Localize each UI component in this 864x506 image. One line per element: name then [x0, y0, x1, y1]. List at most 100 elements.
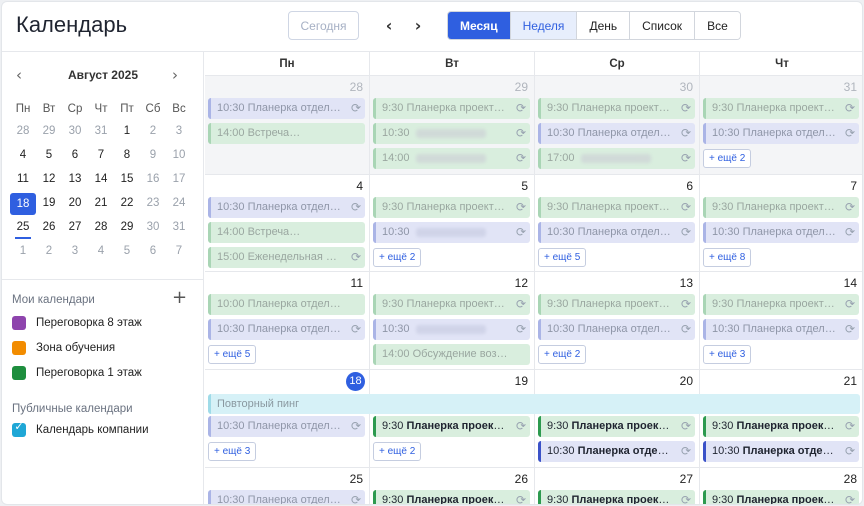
mini-next-month-button[interactable]: ›: [172, 66, 178, 84]
event-chip[interactable]: 10:30 ⟳: [373, 123, 530, 144]
mini-day[interactable]: 18: [10, 193, 36, 215]
mini-day[interactable]: 16: [140, 168, 166, 192]
mini-day[interactable]: 29: [114, 216, 140, 240]
mini-day[interactable]: 13: [62, 168, 88, 192]
event-chip[interactable]: 10:30 Планерка отдела ... ⟳: [208, 98, 365, 119]
show-more-button[interactable]: + ещё 3: [703, 345, 752, 364]
day-cell[interactable]: 30 9:30 Планерка проектн... ⟳ 10:30 Планерк…: [535, 76, 700, 174]
event-chip[interactable]: 14:00 Обсуждение возмож...: [373, 344, 530, 365]
event-chip[interactable]: 14:00 Встреча: [208, 222, 365, 243]
day-cell[interactable]: 31 9:30 Планерка проектн... ⟳ 10:30 Планерк…: [700, 76, 862, 174]
event-chip[interactable]: 9:30 Планерка проектн... ⟳: [538, 294, 695, 315]
mini-day[interactable]: 26: [36, 216, 62, 240]
event-chip[interactable]: 14:00 ⟳: [373, 148, 530, 169]
event-chip[interactable]: 9:30 Планерка проектн... ⟳: [703, 490, 859, 504]
mini-day[interactable]: 8: [114, 144, 140, 168]
day-cell[interactable]: 19 9:30 Планерка проектн... ⟳ + ещё 2: [370, 370, 535, 467]
event-chip[interactable]: 10:30 Планерка отдела ... ⟳: [538, 222, 695, 243]
day-cell[interactable]: 26 9:30 Планерка проектн... ⟳: [370, 468, 535, 504]
day-cell[interactable]: 20 9:30 Планерка проектн... ⟳ 10:30 Планерк…: [535, 370, 700, 467]
show-more-button[interactable]: + ещё 2: [373, 442, 422, 461]
event-chip[interactable]: 9:30 Планерка проектн... ⟳: [703, 416, 859, 437]
event-chip[interactable]: 9:30 Планерка проектн... ⟳: [373, 98, 530, 119]
day-cell[interactable]: 5 9:30 Планерка проектн... ⟳ 10:30 ⟳ + ещё 2: [370, 175, 535, 271]
day-cell[interactable]: 7 9:30 Планерка проектн... ⟳ 10:30 Планерка…: [700, 175, 862, 271]
view-list-button[interactable]: Список: [629, 12, 695, 39]
event-chip[interactable]: 9:30 Планерка проектн... ⟳: [538, 416, 695, 437]
mini-day[interactable]: 10: [166, 144, 192, 168]
day-cell[interactable]: 29 9:30 Планерка проектн... ⟳ 10:30 ⟳ 14:00 ⟳: [370, 76, 535, 174]
event-chip[interactable]: 9:30 Планерка проектн... ⟳: [373, 416, 530, 437]
mini-day[interactable]: 6: [62, 144, 88, 168]
event-chip[interactable]: 10:30 Планерка отдела ... ⟳: [538, 123, 695, 144]
all-day-event-bar[interactable]: Повторный пинг: [208, 394, 860, 414]
mini-day[interactable]: 2: [36, 240, 62, 264]
day-cell[interactable]: 14 9:30 Планерка проектн... ⟳ 10:30 Планерк…: [700, 272, 862, 369]
mini-day[interactable]: 25: [10, 216, 36, 240]
mini-day[interactable]: 27: [62, 216, 88, 240]
event-chip[interactable]: 10:30 Планерка отдела ... ⟳: [538, 319, 695, 340]
event-chip[interactable]: 9:30 Планерка проектн... ⟳: [373, 294, 530, 315]
show-more-button[interactable]: + ещё 2: [538, 345, 587, 364]
event-chip[interactable]: 9:30 Планерка проектн... ⟳: [373, 490, 530, 504]
view-week-button[interactable]: Неделя: [509, 12, 577, 39]
day-cell[interactable]: 25 10:30 Планерка отдела ... ⟳: [205, 468, 370, 504]
day-cell[interactable]: 18 10:30 Планерка отдела ... ⟳ + ещё 3: [205, 370, 370, 467]
event-chip[interactable]: 10:30 Планерка отдела ... ⟳: [703, 441, 859, 462]
show-more-button[interactable]: + ещё 5: [208, 345, 257, 364]
mini-day[interactable]: 14: [88, 168, 114, 192]
calendar-toggle[interactable]: ✓ Календарь компании: [12, 420, 149, 439]
event-chip[interactable]: 10:30 Планерка отдела ... ⟳: [703, 222, 859, 243]
mini-day[interactable]: 9: [140, 144, 166, 168]
show-more-button[interactable]: + ещё 2: [373, 248, 422, 267]
event-chip[interactable]: 9:30 Планерка проектн... ⟳: [538, 98, 695, 119]
calendar-color-checkbox[interactable]: [12, 341, 26, 355]
event-chip[interactable]: 10:30 Планерка отдела ... ⟳: [538, 441, 695, 462]
event-chip[interactable]: 9:30 Планерка проектн... ⟳: [703, 98, 859, 119]
mini-day[interactable]: 7: [166, 240, 192, 264]
mini-day[interactable]: 2: [140, 120, 166, 144]
event-chip[interactable]: 10:30 Планерка отдела ... ⟳: [703, 319, 859, 340]
event-chip[interactable]: 9:30 Планерка проектн... ⟳: [373, 197, 530, 218]
day-cell[interactable]: 12 9:30 Планерка проектн... ⟳ 10:30 ⟳ 14:00 О…: [370, 272, 535, 369]
mini-day[interactable]: 30: [62, 120, 88, 144]
mini-day[interactable]: 24: [166, 192, 192, 216]
mini-day[interactable]: 5: [36, 144, 62, 168]
event-chip[interactable]: 10:30 Планерка отдела ... ⟳: [208, 490, 365, 504]
prev-period-button[interactable]: ‹: [379, 14, 399, 36]
event-chip[interactable]: 10:30 Планерка отдела ... ⟳: [208, 319, 365, 340]
day-cell[interactable]: 6 9:30 Планерка проектн... ⟳ 10:30 Планерка…: [535, 175, 700, 271]
mini-day[interactable]: 4: [88, 240, 114, 264]
calendar-toggle[interactable]: Зона обучения: [12, 339, 115, 357]
day-cell[interactable]: 4 10:30 Планерка отдела ... ⟳ 14:00 Встреча…: [205, 175, 370, 271]
mini-day[interactable]: 3: [166, 120, 192, 144]
event-chip[interactable]: 9:30 Планерка проектн... ⟳: [538, 490, 695, 504]
mini-day[interactable]: 1: [10, 240, 36, 264]
event-chip[interactable]: 10:30 ⟳: [373, 319, 530, 340]
day-cell[interactable]: 27 9:30 Планерка проектн... ⟳: [535, 468, 700, 504]
add-calendar-button[interactable]: +: [172, 287, 187, 308]
day-cell[interactable]: 13 9:30 Планерка проектн... ⟳ 10:30 Планерк…: [535, 272, 700, 369]
mini-day[interactable]: 31: [166, 216, 192, 240]
event-chip[interactable]: 17:00 ⟳: [538, 148, 695, 169]
event-chip[interactable]: 10:00 Планерка отдела ма...: [208, 294, 365, 315]
mini-day[interactable]: 1: [114, 120, 140, 144]
show-more-button[interactable]: + ещё 2: [703, 149, 752, 168]
mini-day[interactable]: 11: [10, 168, 36, 192]
day-cell[interactable]: 28 9:30 Планерка проектн... ⟳: [700, 468, 862, 504]
calendar-toggle[interactable]: Переговорка 1 этаж: [12, 364, 142, 382]
mini-day[interactable]: 30: [140, 216, 166, 240]
mini-day[interactable]: 28: [88, 216, 114, 240]
mini-day[interactable]: 15: [114, 168, 140, 192]
event-chip[interactable]: 9:30 Планерка проектн... ⟳: [703, 294, 859, 315]
mini-day[interactable]: 3: [62, 240, 88, 264]
calendar-toggle[interactable]: Переговорка 8 этаж: [12, 314, 142, 332]
mini-day[interactable]: 4: [10, 144, 36, 168]
calendar-color-checkbox[interactable]: [12, 366, 26, 380]
mini-day[interactable]: 28: [10, 120, 36, 144]
mini-day[interactable]: 7: [88, 144, 114, 168]
mini-day[interactable]: 23: [140, 192, 166, 216]
mini-day[interactable]: 12: [36, 168, 62, 192]
event-chip[interactable]: 9:30 Планерка проектн... ⟳: [538, 197, 695, 218]
mini-day[interactable]: 6: [140, 240, 166, 264]
